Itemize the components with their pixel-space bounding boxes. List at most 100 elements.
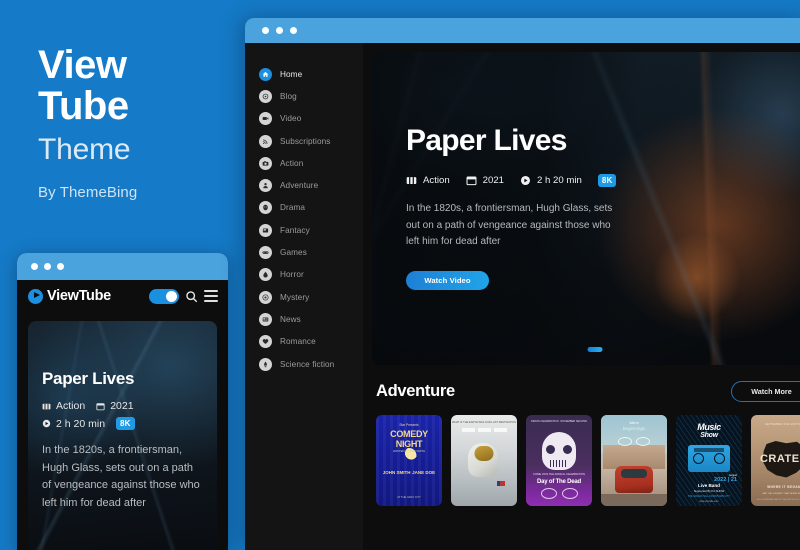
skull-shape bbox=[542, 432, 576, 470]
sidebar-label: Drama bbox=[280, 203, 306, 213]
poster-title-1: Music bbox=[697, 422, 721, 432]
sidebar-item-subscriptions[interactable]: Subscriptions bbox=[245, 130, 363, 152]
sidebar-item-fantacy[interactable]: Fantacy bbox=[245, 219, 363, 241]
heart-icon bbox=[259, 335, 272, 349]
main-content: Paper Lives Action 2021 2 h 20 min 8K In… bbox=[363, 43, 800, 550]
calendar-icon bbox=[96, 402, 105, 410]
sidebar-label: Blog bbox=[280, 91, 297, 101]
sidebar-label: Games bbox=[280, 248, 307, 258]
home-icon bbox=[259, 67, 272, 81]
rss-icon bbox=[259, 134, 272, 148]
sidebar-item-home[interactable]: Home bbox=[245, 63, 363, 85]
card-comedy-night[interactable]: Star Presents COMEDY NIGHT HOSTED BY BOB… bbox=[376, 415, 442, 506]
card-warm-beginnings[interactable]: Warm beginnings bbox=[601, 415, 667, 506]
sidebar-item-science-fiction[interactable]: Science fiction bbox=[245, 353, 363, 375]
meta-genre-label: Action bbox=[56, 400, 86, 412]
poster-kicker-right: NOVEMBER SECOND bbox=[560, 420, 587, 423]
boombox-display bbox=[694, 447, 724, 452]
blog-icon bbox=[259, 89, 272, 103]
meta-duration: 2 h 20 min bbox=[520, 175, 582, 186]
poster-laurels bbox=[451, 428, 517, 432]
sidebar-item-horror[interactable]: Horror bbox=[245, 264, 363, 286]
sidebar-label: Romance bbox=[280, 337, 316, 347]
poster-venue: THE GRAND HALL DOWNTOWN CITY bbox=[687, 495, 731, 498]
card-astronaut[interactable]: WHAT IF THE EARTH WAS OUR LAST DESTINATI… bbox=[451, 415, 517, 506]
boombox-speaker-left bbox=[693, 453, 704, 464]
sidebar-item-adventure[interactable]: Adventure bbox=[245, 174, 363, 196]
gamepad-icon bbox=[259, 246, 272, 260]
poster-name-left: JOHN SMITH bbox=[382, 470, 411, 475]
watch-video-button[interactable]: Watch Video bbox=[406, 270, 489, 290]
mobile-titlebar bbox=[17, 253, 228, 280]
meta-duration: 2 h 20 min bbox=[42, 418, 105, 430]
newspaper-icon bbox=[259, 312, 272, 326]
watch-more-button[interactable]: Watch More bbox=[731, 381, 800, 402]
card-crater[interactable]: SEPTEMBER 2022 EDITION CRATER WHERE IT B… bbox=[751, 415, 800, 506]
mobile-logo[interactable]: ViewTube bbox=[28, 288, 111, 304]
browser-window: Home Blog Video Subscriptions Action Adv… bbox=[245, 18, 800, 550]
quality-badge: 8K bbox=[597, 174, 617, 187]
road-shape bbox=[601, 494, 667, 506]
dark-mode-toggle[interactable] bbox=[149, 288, 179, 304]
hamburger-menu-icon[interactable] bbox=[204, 290, 218, 302]
quality-badge: 8K bbox=[116, 417, 135, 430]
section-title: Adventure bbox=[376, 382, 455, 400]
card-day-of-the-dead[interactable]: FIESTA CELEBRATION NOVEMBER SECOND COME … bbox=[526, 415, 592, 506]
sidebar-item-video[interactable]: Video bbox=[245, 108, 363, 130]
sidebar-item-games[interactable]: Games bbox=[245, 241, 363, 263]
author-byline: By ThemeBing bbox=[38, 184, 138, 201]
film-icon bbox=[406, 177, 417, 184]
mobile-logo-text: ViewTube bbox=[47, 288, 111, 304]
poster-kicker: WHAT IF THE EARTH WAS OUR LAST DESTINATI… bbox=[452, 421, 516, 424]
meta-genre-label: Action bbox=[423, 175, 450, 186]
poster-tagline: COME JOIN THE ANNUAL CELEBRATION bbox=[533, 473, 585, 476]
brand-title-line-1: View bbox=[38, 43, 127, 87]
section-header: Adventure Watch More bbox=[372, 381, 800, 402]
window-dot-close-icon[interactable] bbox=[31, 263, 38, 270]
poster-date: August 2022 | 21 bbox=[714, 474, 737, 483]
sidebar-item-action[interactable]: Action bbox=[245, 152, 363, 174]
skull-eye-right bbox=[563, 445, 572, 454]
brand-title-line-2: Tube bbox=[38, 84, 129, 128]
sidebar-item-drama[interactable]: Drama bbox=[245, 197, 363, 219]
sidebar-label: Horror bbox=[280, 270, 304, 280]
carousel-indicator[interactable] bbox=[587, 347, 602, 352]
sidebar-item-news[interactable]: News bbox=[245, 308, 363, 330]
mobile-mockup: ViewTube Paper Lives Action 2021 2 h 20 … bbox=[17, 253, 228, 550]
person-icon bbox=[259, 179, 272, 193]
rocket-icon bbox=[259, 357, 272, 371]
mobile-hero-description: In the 1820s, a frontiersman, Hugh Glass… bbox=[42, 444, 200, 509]
poster-names: JOHN SMITH JANE DOE bbox=[376, 470, 442, 475]
boombox-speaker-right bbox=[714, 453, 725, 464]
hero-banner[interactable]: Paper Lives Action 2021 2 h 20 min 8K In… bbox=[372, 52, 800, 365]
poster-kicker: Warm bbox=[629, 421, 639, 425]
poster-title: Day of The Dead bbox=[536, 479, 581, 485]
window-dot-maximize-icon[interactable] bbox=[57, 263, 64, 270]
theme-subtitle: Theme bbox=[38, 133, 131, 166]
sidebar-item-romance[interactable]: Romance bbox=[245, 331, 363, 353]
target-icon bbox=[259, 290, 272, 304]
drop-icon bbox=[259, 268, 272, 282]
sidebar-item-mystery[interactable]: Mystery bbox=[245, 286, 363, 308]
mask-icon bbox=[259, 201, 272, 215]
meta-year-label: 2021 bbox=[482, 175, 505, 186]
sidebar-label: Science fiction bbox=[280, 359, 335, 369]
visor-shape bbox=[474, 446, 494, 461]
window-dot-minimize-icon[interactable] bbox=[276, 27, 283, 34]
poster-badges bbox=[601, 437, 667, 446]
card-music-show[interactable]: Music Show August 2022 | 21 Live Band Su… bbox=[676, 415, 742, 506]
skull-eye-left bbox=[546, 445, 555, 454]
calendar-icon bbox=[466, 176, 477, 186]
sidebar-label: Video bbox=[280, 114, 302, 124]
sidebar-label: Adventure bbox=[280, 181, 319, 191]
mobile-app-header: ViewTube bbox=[17, 280, 228, 312]
window-dot-minimize-icon[interactable] bbox=[44, 263, 51, 270]
sidebar-item-blog[interactable]: Blog bbox=[245, 85, 363, 107]
search-icon[interactable] bbox=[185, 290, 198, 303]
mobile-hero-card[interactable]: Paper Lives Action 2021 2 h 20 min 8K In bbox=[28, 321, 217, 550]
car-shape bbox=[615, 466, 653, 493]
mobile-hero-title: Paper Lives bbox=[42, 369, 135, 388]
sidebar-label: Action bbox=[280, 158, 304, 168]
window-dot-maximize-icon[interactable] bbox=[290, 27, 297, 34]
window-dot-close-icon[interactable] bbox=[262, 27, 269, 34]
